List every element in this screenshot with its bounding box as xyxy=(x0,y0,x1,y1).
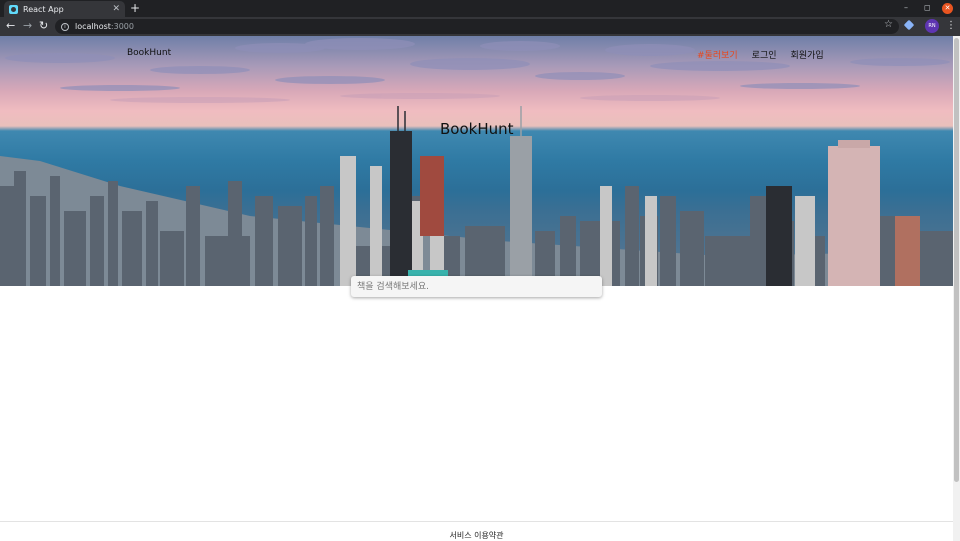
browser-tab[interactable]: React App ✕ xyxy=(4,1,125,17)
new-tab-button[interactable]: + xyxy=(130,2,140,14)
tab-close-icon[interactable]: ✕ xyxy=(112,4,120,14)
nav-signup[interactable]: 회원가입 xyxy=(791,48,824,61)
menu-icon[interactable]: ⋮ xyxy=(946,19,956,33)
main-nav: #둘러보기 로그인 회원가입 xyxy=(697,48,824,61)
address-bar[interactable]: i localhost :3000 xyxy=(55,19,899,34)
nav-browse[interactable]: #둘러보기 xyxy=(697,48,738,61)
nav-login[interactable]: 로그인 xyxy=(752,48,777,61)
maximize-button[interactable]: ◻ xyxy=(924,3,931,13)
url-port: :3000 xyxy=(110,22,134,31)
city-skyline-image xyxy=(0,106,953,286)
page-viewport: BookHunt #둘러보기 로그인 회원가입 BookHunt 서비스 이용약… xyxy=(0,36,953,541)
close-window-button[interactable]: ✕ xyxy=(942,3,953,14)
brand-logo[interactable]: BookHunt xyxy=(127,48,171,58)
minimize-button[interactable]: – xyxy=(904,3,908,13)
forward-icon[interactable]: → xyxy=(23,20,32,32)
profile-icon[interactable]: RN xyxy=(925,19,939,33)
info-icon[interactable]: i xyxy=(61,22,69,31)
star-icon[interactable]: ☆ xyxy=(884,19,893,30)
browser-tabstrip: React App ✕ + – ◻ ✕ xyxy=(0,0,960,17)
page-scrollbar[interactable] xyxy=(953,36,960,541)
back-icon[interactable]: ← xyxy=(6,20,15,32)
scrollbar-thumb[interactable] xyxy=(954,38,959,482)
footer: 서비스 이용약관 xyxy=(0,521,953,541)
reload-icon[interactable]: ↻ xyxy=(39,20,48,32)
terms-of-service-link[interactable]: 서비스 이용약관 xyxy=(449,531,503,540)
extension-icon[interactable] xyxy=(903,19,915,31)
hero-title: BookHunt xyxy=(440,120,514,138)
book-search-input[interactable] xyxy=(351,276,602,297)
browser-toolbar: ← → ↻ i localhost :3000 ☆ RN ⋮ xyxy=(0,17,960,36)
hero-banner: BookHunt #둘러보기 로그인 회원가입 BookHunt xyxy=(0,36,953,286)
react-favicon-icon xyxy=(9,4,18,14)
tab-title: React App xyxy=(23,4,64,14)
url-host: localhost xyxy=(75,22,111,31)
